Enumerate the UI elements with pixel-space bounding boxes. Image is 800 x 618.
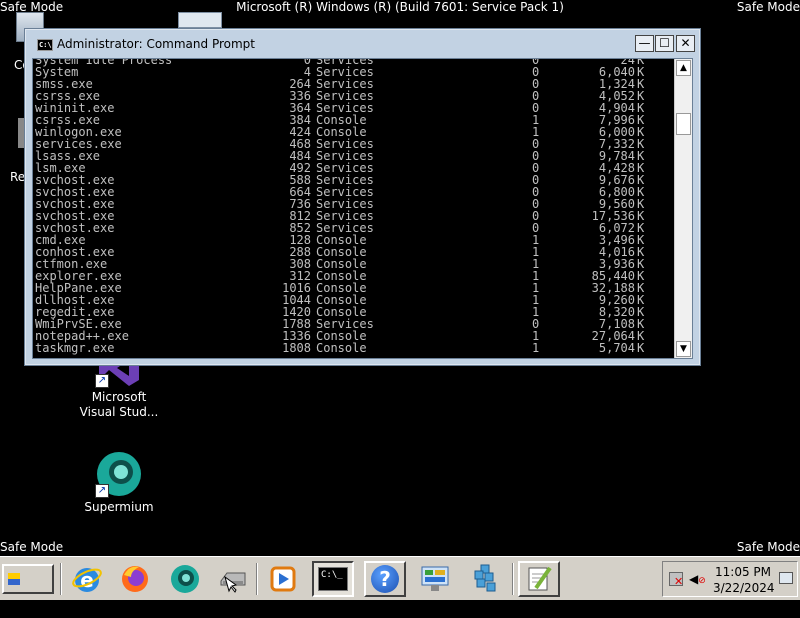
process-cell: 1 [532, 341, 540, 355]
process-cell: Console [316, 341, 367, 355]
windows-flag-icon [8, 573, 20, 585]
maximize-button[interactable]: ☐ [655, 35, 674, 52]
help-icon: ? [371, 565, 399, 593]
network-warning-icon[interactable]: ✕ [669, 572, 683, 587]
taskbar-drive[interactable] [212, 561, 254, 597]
process-cell: 5,704 [598, 341, 635, 355]
shortcut-arrow-icon: ↗ [95, 484, 109, 498]
process-cell: 1808 [282, 341, 311, 355]
safe-mode-label-bottom-left: Safe Mode [0, 540, 64, 554]
safe-mode-label-bottom-right: Safe Mode [736, 540, 800, 554]
window-title: Administrator: Command Prompt [57, 37, 255, 51]
taskbar-command-prompt[interactable]: C:\_ [312, 561, 354, 597]
supermium-icon: ↗ [95, 450, 143, 498]
show-desktop-icon[interactable] [779, 572, 793, 584]
windows-build-banner: Microsoft (R) Windows (R) (Build 7601: S… [236, 0, 564, 14]
notepad-plus-plus-icon [528, 566, 552, 591]
minimize-button[interactable]: — [635, 35, 654, 52]
media-player-icon [270, 566, 296, 592]
taskbar-media-player[interactable] [262, 561, 304, 597]
scrollbar-thumb[interactable] [676, 113, 691, 135]
taskbar-registry-editor[interactable] [464, 561, 506, 597]
taskbar-internet-explorer[interactable]: e [66, 561, 108, 597]
system-tray: ✕ ◀⊘ 11:05 PM 3/22/2024 [662, 561, 798, 597]
clock-time: 11:05 PM [715, 565, 771, 579]
desktop-icon-supermium[interactable]: ↗ Supermium [73, 450, 165, 515]
firefox-icon [122, 566, 148, 592]
process-list: System Idle Process 0 Services 0 24 K System 4 S… [35, 59, 673, 354]
drive-icon [220, 572, 246, 593]
console-area[interactable]: System Idle Process 0 Services 0 24 K System 4 S… [32, 58, 693, 359]
clock-date: 3/22/2024 [713, 581, 775, 595]
shortcut-arrow-icon: ↗ [95, 374, 109, 388]
registry-editor-icon [474, 564, 496, 592]
taskbar-notepad-plus-plus[interactable] [518, 561, 560, 597]
volume-muted-icon[interactable]: ◀⊘ [689, 572, 706, 586]
taskbar-control-panel[interactable] [414, 561, 456, 597]
desktop-icon-label-partial-2: Re [10, 170, 26, 184]
command-prompt-window[interactable]: C:\ Administrator: Command Prompt — ☐ ✕ … [24, 28, 701, 366]
taskbar-clock[interactable]: 11:05 PM 3/22/2024 [713, 564, 775, 596]
internet-explorer-icon: e [72, 568, 102, 592]
window-title-bar[interactable]: C:\ Administrator: Command Prompt — ☐ ✕ [25, 29, 700, 59]
control-panel-icon [421, 566, 449, 591]
desktop-icon-label: Microsoft Visual Stud... [79, 390, 159, 419]
scroll-up-arrow-icon[interactable]: ▲ [676, 60, 691, 76]
desktop-icon-label: Supermium [84, 500, 154, 514]
process-row: taskmgr.exe 1808 Console 1 5,704 K [35, 342, 673, 354]
scroll-down-arrow-icon[interactable]: ▼ [676, 341, 691, 357]
start-button[interactable]: Start [2, 564, 54, 612]
taskbar-supermium[interactable] [164, 561, 206, 597]
command-prompt-icon: C:\_ [318, 567, 348, 591]
desktop-icon-top-center[interactable] [178, 12, 222, 28]
taskbar-firefox[interactable] [114, 561, 156, 597]
taskbar-help[interactable]: ? [364, 561, 406, 597]
taskbar-separator [256, 563, 258, 595]
command-prompt-icon: C:\ [37, 39, 53, 51]
taskbar: Start e C:\_ ? ✕ ◀⊘ 11:05 PM 3/22/2024 [0, 556, 800, 612]
taskbar-separator [60, 563, 62, 595]
process-cell: taskmgr.exe [35, 341, 115, 355]
start-label: Start [8, 598, 43, 612]
safe-mode-label-top-right: Safe Mode [736, 0, 800, 14]
vertical-scrollbar[interactable]: ▲ ▼ [674, 59, 692, 358]
taskbar-separator [512, 563, 514, 595]
process-cell: K [637, 341, 645, 355]
supermium-icon [171, 565, 199, 593]
close-button[interactable]: ✕ [676, 35, 695, 52]
